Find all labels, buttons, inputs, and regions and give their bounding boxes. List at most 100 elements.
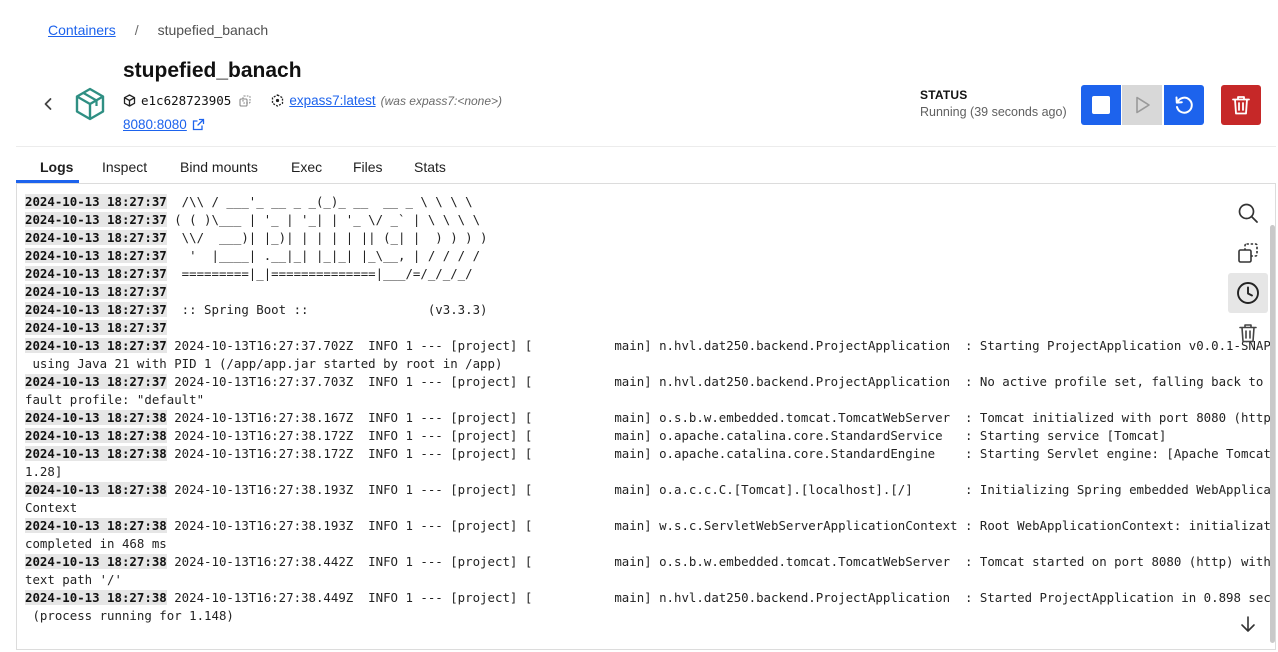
log-line: 2024-10-13 18:27:37 ( ( )\___ | '_ | '_|… [25, 211, 1275, 229]
start-button[interactable] [1122, 85, 1162, 125]
log-text: completed in 468 ms [25, 536, 167, 551]
log-line: 2024-10-13 18:27:37 [25, 283, 1275, 301]
breadcrumb-containers-link[interactable]: Containers [48, 22, 116, 38]
log-line: 2024-10-13 18:27:38 2024-10-13T16:27:38.… [25, 481, 1276, 499]
log-timestamp: 2024-10-13 18:27:37 [25, 212, 167, 227]
back-chevron-icon[interactable] [40, 96, 56, 112]
log-timestamp: 2024-10-13 18:27:38 [25, 518, 167, 533]
log-line: 2024-10-13 18:27:37 ' |____| .__|_| |_|_… [25, 247, 1275, 265]
log-timestamp: 2024-10-13 18:27:37 [25, 374, 167, 389]
tab-stats[interactable]: Stats [414, 159, 446, 175]
port-link[interactable]: 8080:8080 [123, 117, 187, 132]
log-timestamp: 2024-10-13 18:27:38 [25, 590, 167, 605]
log-line: 2024-10-13 18:27:38 2024-10-13T16:27:38.… [25, 445, 1276, 463]
copy-id-icon[interactable] [239, 94, 251, 107]
log-timestamp: 2024-10-13 18:27:38 [25, 410, 167, 425]
log-line: fault profile: "default" [25, 391, 1275, 409]
log-text: :: Spring Boot :: (v3.3.3) [166, 302, 488, 317]
search-logs-button[interactable] [1228, 193, 1268, 233]
tab-logs[interactable]: Logs [40, 159, 73, 175]
log-line: Context [25, 499, 1275, 517]
logs-panel[interactable]: 2024-10-13 18:27:37 /\\ / ___'_ __ _ _(_… [16, 183, 1276, 650]
log-timestamp: 2024-10-13 18:27:38 [25, 554, 167, 569]
container-name: stupefied_banach [123, 59, 302, 82]
log-timestamp: 2024-10-13 18:27:37 [25, 266, 167, 281]
clock-icon [1237, 282, 1259, 304]
log-line: 1.28] [25, 463, 1275, 481]
trash-icon [1239, 324, 1257, 343]
log-text: (process running for 1.148) [25, 608, 234, 623]
breadcrumb-current: stupefied_banach [157, 22, 269, 38]
scroll-to-bottom-button[interactable] [1236, 612, 1260, 636]
log-timestamp: 2024-10-13 18:27:37 [25, 338, 167, 353]
log-line: 2024-10-13 18:27:38 2024-10-13T16:27:38.… [25, 517, 1276, 535]
log-line: 2024-10-13 18:27:37 /\\ / ___'_ __ _ _(_… [25, 193, 1275, 211]
tab-files[interactable]: Files [353, 159, 383, 175]
log-timestamp: 2024-10-13 18:27:37 [25, 194, 167, 209]
log-text: 1.28] [25, 464, 63, 479]
status-label: STATUS [920, 88, 968, 102]
log-timestamp: 2024-10-13 18:27:38 [25, 446, 167, 461]
image-was-note: (was expass7:<none>) [380, 93, 503, 108]
log-line: (process running for 1.148) [25, 607, 1275, 625]
image-link[interactable]: expass7:latest [289, 93, 375, 108]
log-text: 2024-10-13T16:27:38.167Z INFO 1 --- [pro… [166, 410, 1276, 425]
log-text: ' |____| .__|_| |_|_| |_\__, | / / / / [166, 248, 481, 263]
external-link-icon[interactable] [192, 118, 205, 131]
status-value: Running (39 seconds ago) [920, 105, 1067, 119]
log-timestamp: 2024-10-13 18:27:38 [25, 482, 167, 497]
image-icon [272, 94, 284, 107]
log-text: 2024-10-13T16:27:38.172Z INFO 1 --- [pro… [166, 428, 1167, 443]
log-timestamp: 2024-10-13 18:27:37 [25, 230, 167, 245]
log-text: 2024-10-13T16:27:38.449Z INFO 1 --- [pro… [166, 590, 1276, 605]
log-text: /\\ / ___'_ __ _ _(_)_ __ __ _ \ \ \ \ [166, 194, 473, 209]
trash-icon [1232, 96, 1250, 115]
log-line: 2024-10-13 18:27:38 2024-10-13T16:27:38.… [25, 589, 1276, 607]
log-text: Context [25, 500, 78, 515]
arrow-down-icon [1241, 616, 1255, 632]
logs-scrollbar[interactable] [1270, 225, 1275, 643]
clear-logs-button[interactable] [1228, 313, 1268, 353]
log-text: 2024-10-13T16:27:38.193Z INFO 1 --- [pro… [166, 482, 1276, 497]
status-block: STATUS Running (39 seconds ago) [920, 88, 1067, 119]
stop-icon [1092, 96, 1110, 114]
container-icon [75, 87, 105, 121]
tab-bind-mounts[interactable]: Bind mounts [180, 159, 258, 175]
log-timestamp: 2024-10-13 18:27:38 [25, 428, 167, 443]
restart-button[interactable] [1164, 85, 1204, 125]
log-text: 2024-10-13T16:27:37.702Z INFO 1 --- [pro… [166, 338, 1276, 353]
log-text: text path '/' [25, 572, 122, 587]
log-line: 2024-10-13 18:27:37 :: Spring Boot :: (v… [25, 301, 1275, 319]
log-text: 2024-10-13T16:27:38.193Z INFO 1 --- [pro… [166, 518, 1276, 533]
log-line: 2024-10-13 18:27:37 \\/ ___)| |_)| | | |… [25, 229, 1275, 247]
log-line: 2024-10-13 18:27:38 2024-10-13T16:27:38.… [25, 553, 1276, 571]
log-text: 2024-10-13T16:27:38.442Z INFO 1 --- [pro… [166, 554, 1276, 569]
container-meta-row: e1c628723905 expass7:latest (was expass7… [123, 93, 502, 108]
log-line: 2024-10-13 18:27:38 2024-10-13T16:27:38.… [25, 427, 1275, 445]
log-timestamp: 2024-10-13 18:27:37 [25, 284, 167, 299]
log-line: 2024-10-13 18:27:37 [25, 319, 1275, 337]
toggle-timestamps-button[interactable] [1228, 273, 1268, 313]
play-icon [1136, 96, 1150, 114]
delete-button[interactable] [1221, 85, 1261, 125]
log-line: completed in 468 ms [25, 535, 1275, 553]
log-line: using Java 21 with PID 1 (/app/app.jar s… [25, 355, 1275, 373]
tab-exec[interactable]: Exec [291, 159, 322, 175]
stop-button[interactable] [1081, 85, 1121, 125]
tab-inspect[interactable]: Inspect [102, 159, 147, 175]
log-timestamp: 2024-10-13 18:27:37 [25, 248, 167, 263]
container-id-icon [123, 94, 136, 107]
search-icon [1238, 203, 1258, 223]
log-line: 2024-10-13 18:27:38 2024-10-13T16:27:38.… [25, 409, 1276, 427]
copy-logs-button[interactable] [1228, 233, 1268, 273]
breadcrumb-separator: / [134, 22, 139, 38]
copy-icon [1238, 243, 1258, 263]
breadcrumb: Containers / stupefied_banach [48, 22, 268, 38]
container-id: e1c628723905 [141, 93, 232, 108]
log-line: text path '/' [25, 571, 1275, 589]
log-line: 2024-10-13 18:27:37 =========|_|========… [25, 265, 1275, 283]
log-text: using Java 21 with PID 1 (/app/app.jar s… [25, 356, 503, 371]
log-tools [1228, 193, 1268, 353]
log-line: 2024-10-13 18:27:37 2024-10-13T16:27:37.… [25, 373, 1275, 391]
log-text: 2024-10-13T16:27:38.172Z INFO 1 --- [pro… [166, 446, 1276, 461]
